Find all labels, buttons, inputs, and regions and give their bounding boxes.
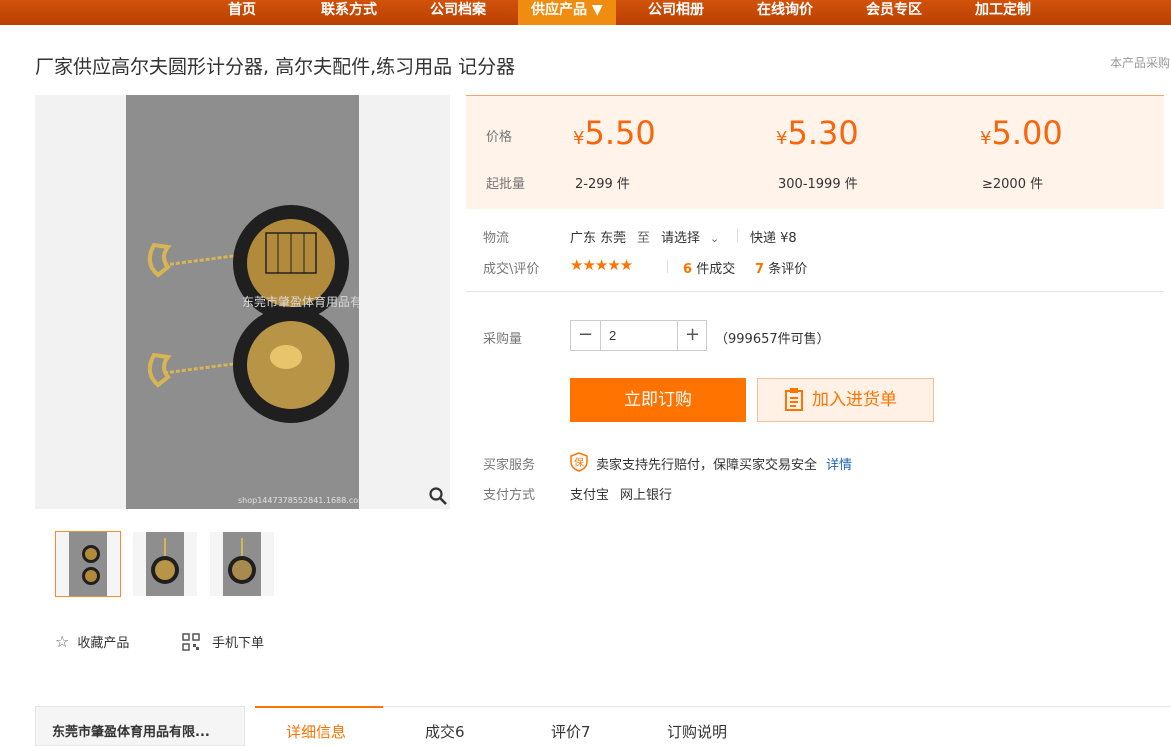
image-credit-text: shop1447378552841.1688.com — [238, 496, 359, 505]
decrease-quantity-button[interactable]: − — [571, 321, 600, 350]
score-counter-illustration: 东莞市肇盈体育用品有限公司 shop1447378552841.1688.com — [126, 95, 359, 509]
thumbnail-2[interactable] — [132, 531, 198, 597]
detail-tabs: 详细信息 成交6 评价7 订购说明 — [255, 706, 1171, 746]
company-name-panel[interactable]: 东莞市肇盈体育用品有限... — [35, 706, 245, 746]
divider — [737, 229, 738, 242]
thumbnail-image — [69, 532, 107, 596]
origin-location: 广东 东莞 — [570, 231, 627, 246]
currency-symbol: ¥ — [776, 128, 788, 149]
svg-text:保: 保 — [574, 456, 584, 469]
nav-company-album[interactable]: 公司相册 — [648, 0, 704, 25]
review-text: 条评价 — [768, 262, 808, 277]
clipboard-icon — [785, 388, 803, 411]
deals-text: 件成交 — [696, 262, 736, 277]
mobile-order-label: 手机下单 — [212, 636, 265, 651]
thumbnail-1[interactable] — [55, 531, 121, 597]
zoom-icon[interactable] — [428, 486, 448, 506]
to-text: 至 — [637, 231, 651, 246]
payment-method-alipay: 支付宝 — [570, 488, 610, 503]
active-tab-indicator — [255, 706, 383, 708]
payment-label: 支付方式 — [483, 488, 536, 503]
add-to-cart-label: 加入进货单 — [812, 390, 897, 410]
deals-count: 6 — [683, 262, 693, 277]
tab-details[interactable]: 详细信息 — [286, 721, 346, 742]
price-tier-1: ¥5.50 — [573, 114, 656, 152]
deals-count-link[interactable]: 6 件成交 — [683, 258, 735, 277]
quantity-stepper: − + — [570, 320, 707, 351]
chevron-down-icon: ⌄ — [710, 232, 720, 245]
shipping-fee: 快递 ¥8 — [750, 231, 797, 246]
increase-quantity-button[interactable]: + — [678, 321, 707, 350]
service-detail-link[interactable]: 详情 — [826, 454, 852, 473]
moq-label: 起批量 — [486, 177, 526, 192]
service-guarantee-text: 卖家支持先行赔付，保障买家交易安全 — [596, 458, 818, 473]
quantity-label: 采购量 — [483, 332, 523, 347]
divider — [667, 260, 668, 273]
thumbnail-3[interactable] — [209, 531, 275, 597]
review-count: 7 — [755, 262, 765, 277]
tab-order-notes[interactable]: 订购说明 — [667, 721, 727, 742]
product-title: 厂家供应高尔夫圆形计分器, 高尔夫配件,练习用品 记分器 — [35, 56, 516, 78]
nav-contact[interactable]: 联系方式 — [321, 0, 377, 25]
buyer-service-label: 买家服务 — [483, 458, 536, 473]
nav-home[interactable]: 首页 — [228, 0, 256, 25]
currency-symbol: ¥ — [980, 128, 992, 149]
price-tier-3: ¥5.00 — [980, 114, 1063, 152]
purchase-hint[interactable]: 本产品采购 — [1110, 54, 1170, 71]
price-value: 5.00 — [991, 114, 1063, 152]
top-navigation: 首页 联系方式 公司档案 供应产品 ▼ 公司相册 在线询价 会员专区 加工定制 — [0, 0, 1171, 25]
watermark-text: 东莞市肇盈体育用品有限公司 — [242, 294, 359, 309]
nav-online-inquiry[interactable]: 在线询价 — [757, 0, 813, 25]
favorite-product-button[interactable]: ☆ 收藏产品 — [55, 632, 129, 651]
nav-company-profile[interactable]: 公司档案 — [430, 0, 486, 25]
destination-select[interactable]: 请选择 ⌄ — [661, 227, 719, 246]
stock-available: （999657件可售） — [715, 332, 830, 347]
section-divider — [466, 291, 1164, 292]
buy-now-button[interactable]: 立即订购 — [570, 378, 746, 422]
destination-value: 请选择 — [661, 231, 701, 246]
tier-range-3: ≥2000 件 — [982, 177, 1044, 192]
price-label: 价格 — [486, 130, 513, 145]
nav-member-zone[interactable]: 会员专区 — [866, 0, 922, 25]
reviews-count-link[interactable]: 7 条评价 — [755, 258, 807, 277]
thumbnail-image — [223, 532, 261, 596]
tab-reviews[interactable]: 评价7 — [551, 721, 591, 742]
rating-stars-icon: ★★★★★ — [570, 256, 633, 274]
price-value: 5.30 — [787, 114, 859, 152]
add-to-cart-button[interactable]: 加入进货单 — [757, 378, 934, 422]
thumbnail-image — [146, 532, 184, 596]
shield-guarantee-icon: 保 — [570, 452, 588, 472]
quantity-input[interactable] — [600, 321, 678, 350]
logistics-label: 物流 — [483, 231, 510, 246]
price-value: 5.50 — [584, 114, 656, 152]
product-photo: 东莞市肇盈体育用品有限公司 shop1447378552841.1688.com — [126, 95, 359, 509]
star-outline-icon: ☆ — [55, 632, 70, 651]
main-product-image[interactable]: 东莞市肇盈体育用品有限公司 shop1447378552841.1688.com — [35, 95, 450, 509]
qr-code-icon — [182, 633, 200, 651]
deals-reviews-label: 成交\评价 — [483, 262, 540, 277]
tier-range-2: 300-1999 件 — [778, 177, 858, 192]
tab-deals[interactable]: 成交6 — [425, 721, 465, 742]
price-tier-2: ¥5.30 — [776, 114, 859, 152]
nav-custom-processing[interactable]: 加工定制 — [975, 0, 1031, 25]
mobile-order-button[interactable]: 手机下单 — [182, 632, 264, 651]
currency-symbol: ¥ — [573, 128, 585, 149]
nav-supply-products[interactable]: 供应产品 ▼ — [518, 0, 616, 25]
tier-range-1: 2-299 件 — [575, 177, 630, 192]
payment-method-online-bank: 网上银行 — [620, 488, 673, 503]
favorite-label: 收藏产品 — [77, 636, 130, 651]
